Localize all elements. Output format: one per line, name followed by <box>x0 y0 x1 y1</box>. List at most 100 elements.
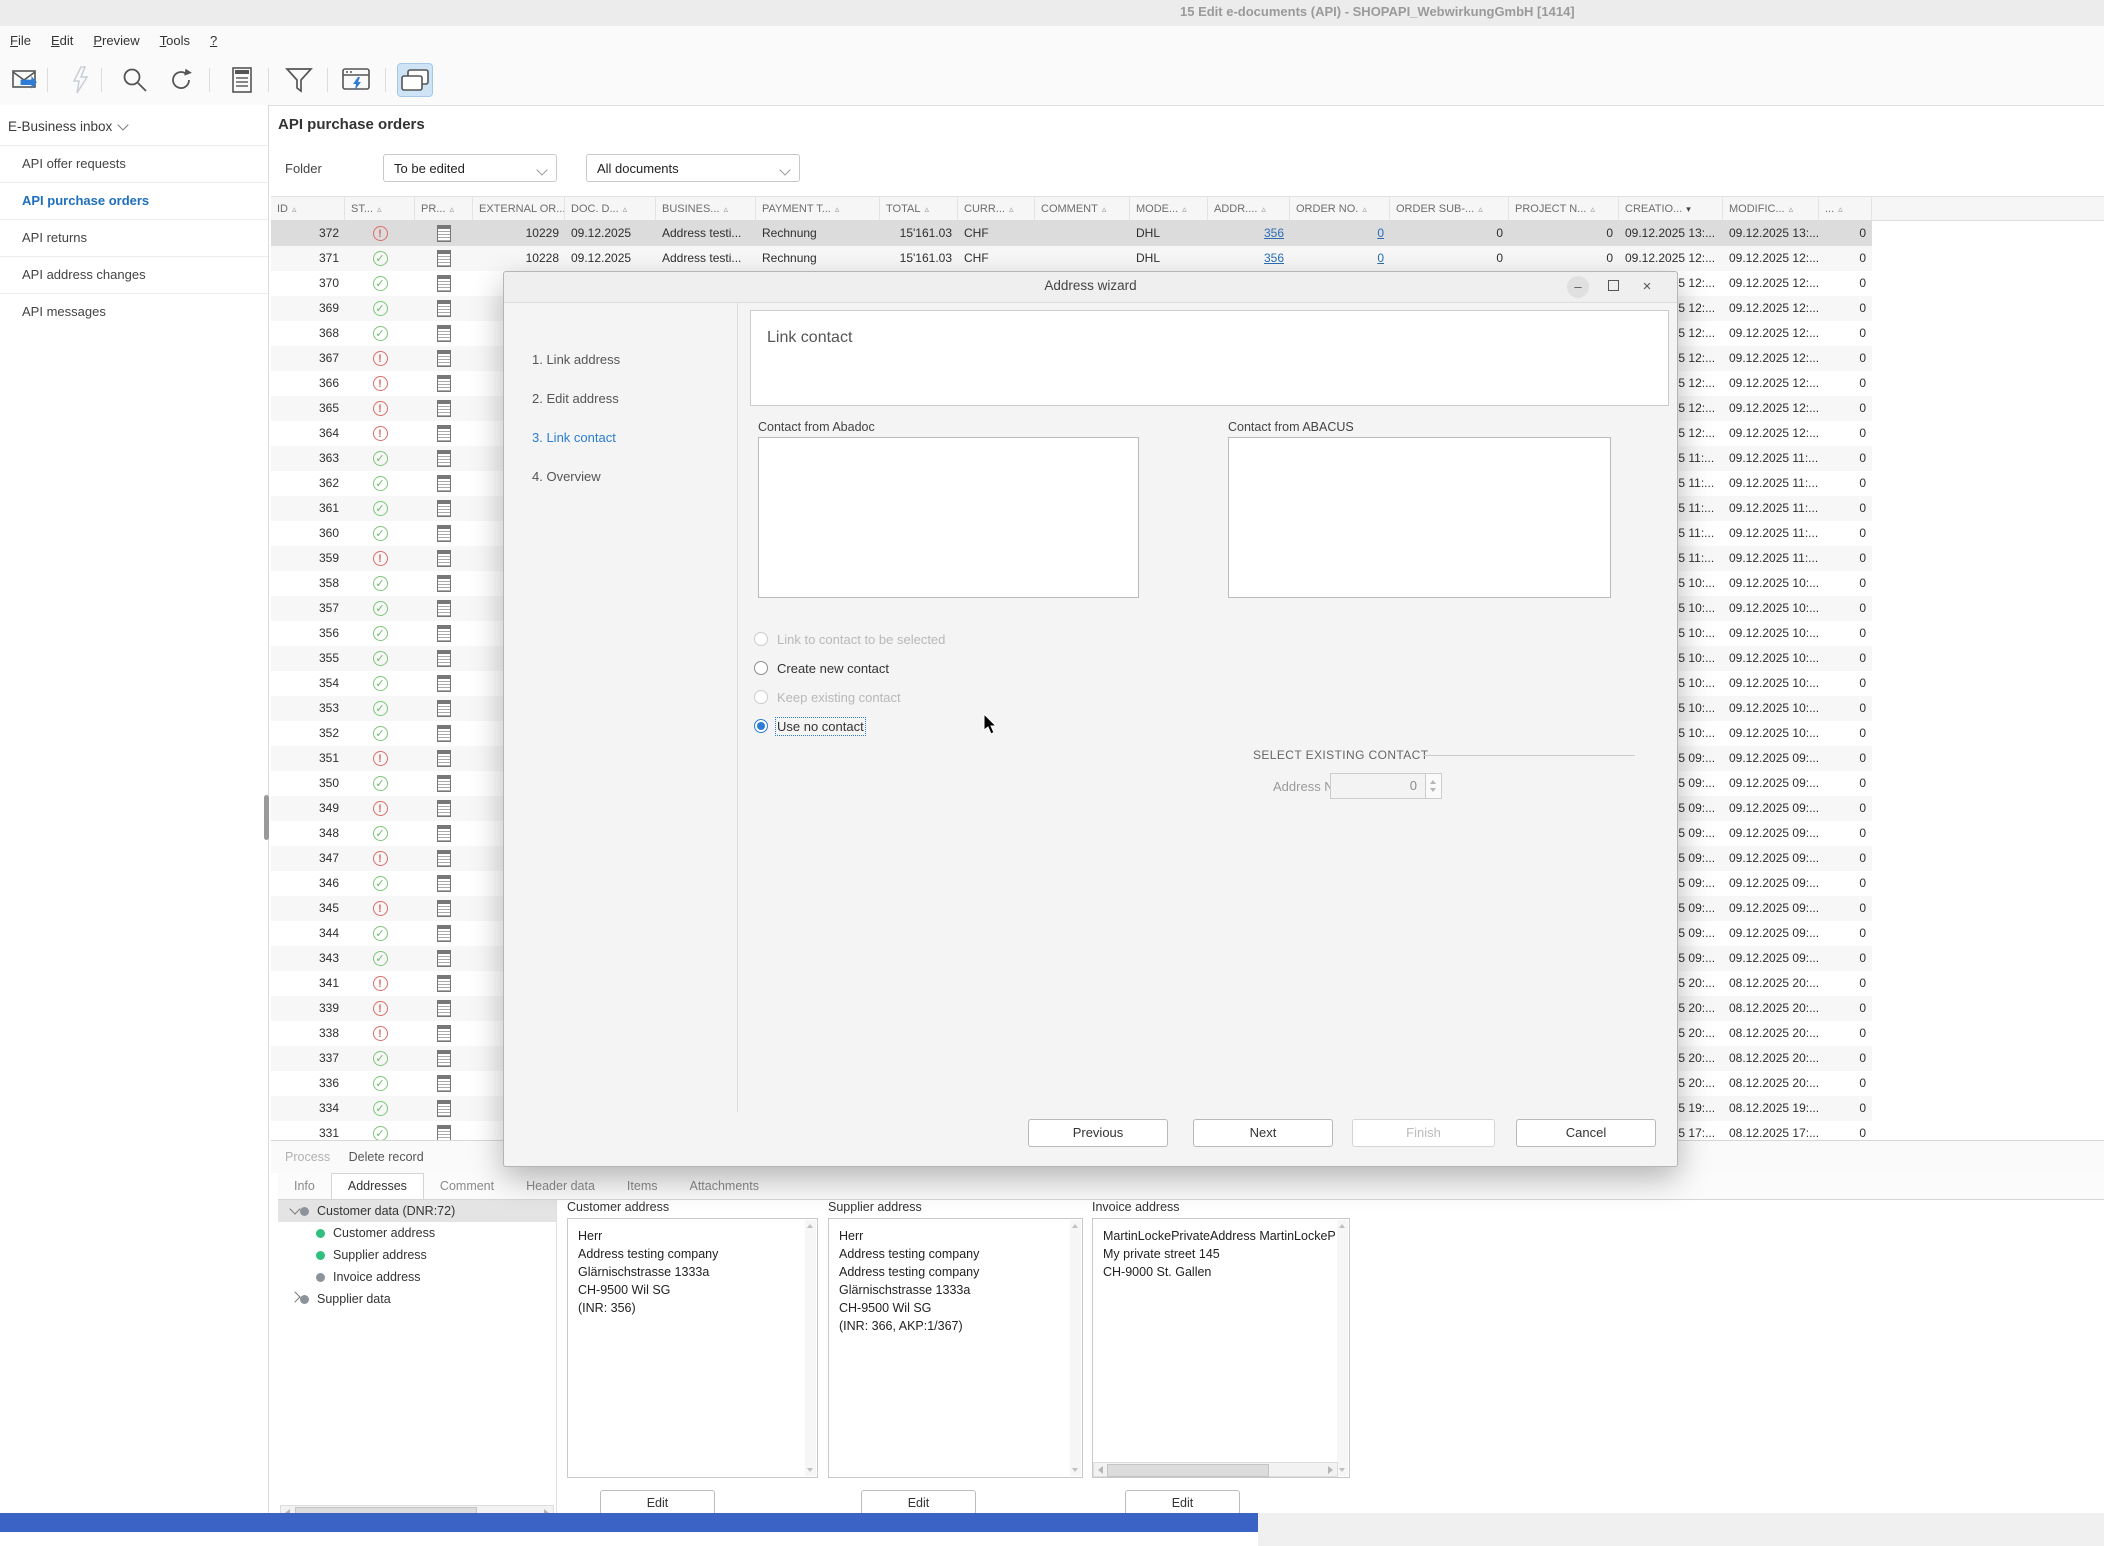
document-preview-icon[interactable] <box>437 975 451 992</box>
delete-record-button[interactable]: Delete record <box>349 1150 424 1164</box>
document-preview-icon[interactable] <box>437 300 451 317</box>
document-preview-icon[interactable] <box>437 350 451 367</box>
vertical-scrollbar[interactable] <box>1337 1220 1348 1476</box>
column-header-total[interactable]: TOTAL ▵ <box>880 197 958 221</box>
document-preview-icon[interactable] <box>437 1025 451 1042</box>
tab-comment[interactable]: Comment <box>424 1174 510 1199</box>
column-header-st[interactable]: ST... ▵ <box>345 197 415 221</box>
menu-item-tools[interactable]: Tools <box>150 26 200 48</box>
column-header-dots[interactable]: ... ▵ <box>1819 197 1872 221</box>
link-ono[interactable]: 0 <box>1377 251 1384 265</box>
tree-item-invoice-address[interactable]: Invoice address <box>278 1266 556 1288</box>
cancel-button[interactable]: Cancel <box>1516 1119 1656 1147</box>
document-preview-icon[interactable] <box>437 675 451 692</box>
document-preview-icon[interactable] <box>437 400 451 417</box>
tab-attachments[interactable]: Attachments <box>673 1174 774 1199</box>
scroll-up-icon[interactable] <box>1339 1224 1345 1228</box>
document-preview-icon[interactable] <box>437 625 451 642</box>
document-preview-icon[interactable] <box>437 375 451 392</box>
menu-item-file[interactable]: File <box>0 26 41 48</box>
maximize-icon[interactable] <box>1601 276 1625 298</box>
document-preview-icon[interactable] <box>437 850 451 867</box>
column-header-osub[interactable]: ORDER SUB-... ▵ <box>1390 197 1509 221</box>
address-box-customer-address[interactable]: Herr Address testing company Glärnischstra… <box>567 1218 818 1478</box>
wizard-step-edit-address[interactable]: 2. Edit address <box>504 379 737 418</box>
document-preview-icon[interactable] <box>437 600 451 617</box>
refresh-icon[interactable] <box>164 64 198 96</box>
tab-info[interactable]: Info <box>278 1174 331 1199</box>
document-preview-icon[interactable] <box>437 575 451 592</box>
document-preview-icon[interactable] <box>437 650 451 667</box>
tab-addresses[interactable]: Addresses <box>330 1173 424 1199</box>
document-preview-icon[interactable] <box>437 275 451 292</box>
sidebar-item-api-returns[interactable]: API returns <box>0 219 268 256</box>
address-no-input[interactable]: 0 <box>1330 773 1426 799</box>
scroll-thumb[interactable] <box>1107 1464 1269 1477</box>
previous-button[interactable]: Previous <box>1028 1119 1168 1147</box>
documents-select[interactable]: All documents <box>586 154 800 182</box>
link-addr[interactable]: 356 <box>1264 251 1284 265</box>
scroll-right-icon[interactable] <box>1328 1466 1333 1474</box>
table-row[interactable]: 371 ✓ 10228 09.12.2025 Address testi... Rechn… <box>271 246 1872 271</box>
link-ono[interactable]: 0 <box>1377 226 1384 240</box>
document-preview-icon[interactable] <box>437 900 451 917</box>
document-preview-icon[interactable] <box>437 475 451 492</box>
table-row[interactable]: 372! 10229 09.12.2025 Address testi... Rechn… <box>271 221 1872 246</box>
radio-use-no-contact[interactable]: Use no contact <box>754 715 866 737</box>
document-preview-icon[interactable] <box>437 1075 451 1092</box>
address-box-invoice-address[interactable]: MartinLockePrivateAddress MartinLockeP My… <box>1092 1218 1350 1478</box>
column-header-ext[interactable]: EXTERNAL OR...▵ <box>473 197 565 221</box>
taskbar-strip[interactable] <box>0 1513 1258 1532</box>
menu-item-[interactable]: ? <box>200 26 227 48</box>
next-button[interactable]: Next <box>1193 1119 1333 1147</box>
document-preview-icon[interactable] <box>437 750 451 767</box>
menu-item-edit[interactable]: Edit <box>41 26 83 48</box>
column-header-pay[interactable]: PAYMENT T... ▵ <box>756 197 880 221</box>
chevron-down-icon[interactable] <box>284 1203 301 1218</box>
tree-item-customer-data-dnr-72-[interactable]: Customer data (DNR:72) <box>278 1200 556 1222</box>
sidebar-item-api-offer-requests[interactable]: API offer requests <box>0 145 268 182</box>
column-header-com[interactable]: COMMENT ▵ <box>1035 197 1130 221</box>
column-header-ono[interactable]: ORDER NO. ▵ <box>1290 197 1390 221</box>
abadoc-contact-list[interactable] <box>758 437 1139 598</box>
send-mail-icon[interactable] <box>10 64 44 96</box>
document-preview-icon[interactable] <box>437 550 451 567</box>
scroll-up-icon[interactable] <box>807 1224 813 1228</box>
document-preview-icon[interactable] <box>437 1100 451 1117</box>
report-list-icon[interactable] <box>226 64 260 96</box>
column-header-addr[interactable]: ADDR.... ▵ <box>1208 197 1290 221</box>
tab-items[interactable]: Items <box>611 1174 674 1199</box>
process-button[interactable]: Process <box>285 1150 330 1164</box>
document-preview-icon[interactable] <box>437 775 451 792</box>
column-header-mode[interactable]: MODE... ▵ <box>1130 197 1208 221</box>
document-preview-icon[interactable] <box>437 950 451 967</box>
document-preview-icon[interactable] <box>437 700 451 717</box>
radio-button-icon[interactable] <box>754 661 768 675</box>
document-preview-icon[interactable] <box>437 800 451 817</box>
link-addr[interactable]: 356 <box>1264 226 1284 240</box>
tree-item-customer-address[interactable]: Customer address <box>278 1222 556 1244</box>
document-preview-icon[interactable] <box>437 525 451 542</box>
spinner-up-icon[interactable] <box>1430 780 1436 784</box>
filter-funnel-icon[interactable] <box>282 64 316 96</box>
search-icon[interactable] <box>118 64 152 96</box>
radio-create-new-contact[interactable]: Create new contact <box>754 657 889 679</box>
abacus-contact-list[interactable] <box>1228 437 1611 598</box>
column-header-bus[interactable]: BUSINES... ▵ <box>656 197 756 221</box>
document-preview-icon[interactable] <box>437 925 451 942</box>
sidebar-header[interactable]: E-Business inbox <box>8 119 129 134</box>
address-no-spinner[interactable] <box>1426 773 1442 799</box>
document-preview-icon[interactable] <box>437 725 451 742</box>
splitter-grip[interactable] <box>264 795 269 840</box>
close-icon[interactable]: × <box>1635 276 1659 298</box>
sidebar-item-api-address-changes[interactable]: API address changes <box>0 256 268 293</box>
vertical-scrollbar[interactable] <box>805 1220 816 1476</box>
tree-item-supplier-data[interactable]: Supplier data <box>278 1288 556 1310</box>
document-preview-icon[interactable] <box>437 1000 451 1017</box>
column-header-cur[interactable]: CURR... ▵ <box>958 197 1035 221</box>
folder-select[interactable]: To be edited <box>383 154 557 182</box>
document-preview-icon[interactable] <box>437 450 451 467</box>
scroll-up-icon[interactable] <box>1072 1224 1078 1228</box>
scroll-down-icon[interactable] <box>1339 1468 1345 1472</box>
address-box-supplier-address[interactable]: Herr Address testing company Address testi… <box>828 1218 1083 1478</box>
